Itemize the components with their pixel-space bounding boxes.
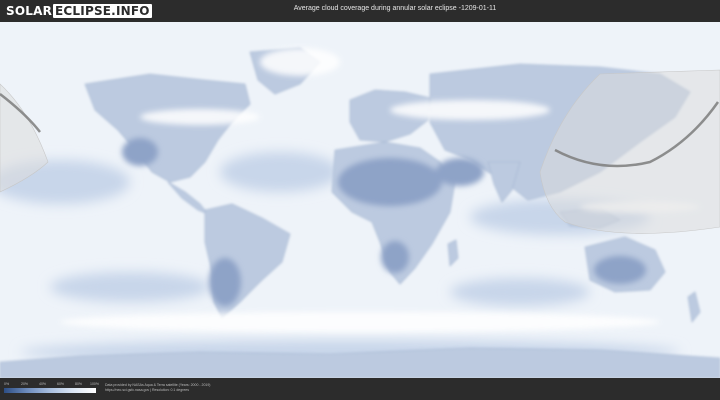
cloud-coverage-legend-bar bbox=[4, 388, 96, 393]
legend-tick: 80% bbox=[75, 382, 83, 386]
header-bar: SOLAR ECLIPSE.INFO Average cloud coverag… bbox=[0, 0, 720, 22]
site-logo[interactable]: SOLAR ECLIPSE.INFO bbox=[6, 3, 152, 18]
legend-tick: 100% bbox=[90, 382, 99, 386]
map-title: Average cloud coverage during annular so… bbox=[293, 5, 497, 12]
data-credits: Data provided by NASAs Aqua & Terra sate… bbox=[105, 383, 210, 393]
credit-line-url: https://neo.sci.gsfc.nasa.gov | Resoluti… bbox=[105, 388, 189, 392]
legend-tick: 0% bbox=[4, 382, 10, 386]
legend-tick: 40% bbox=[39, 382, 47, 386]
legend-tick: 20% bbox=[21, 382, 29, 386]
logo-text-eclipse-info: ECLIPSE.INFO bbox=[53, 3, 152, 18]
legend-tick: 60% bbox=[57, 382, 65, 386]
cloud-coverage-map bbox=[0, 22, 720, 378]
logo-text-solar: SOLAR bbox=[6, 3, 53, 18]
world-map-graphic bbox=[0, 22, 720, 378]
